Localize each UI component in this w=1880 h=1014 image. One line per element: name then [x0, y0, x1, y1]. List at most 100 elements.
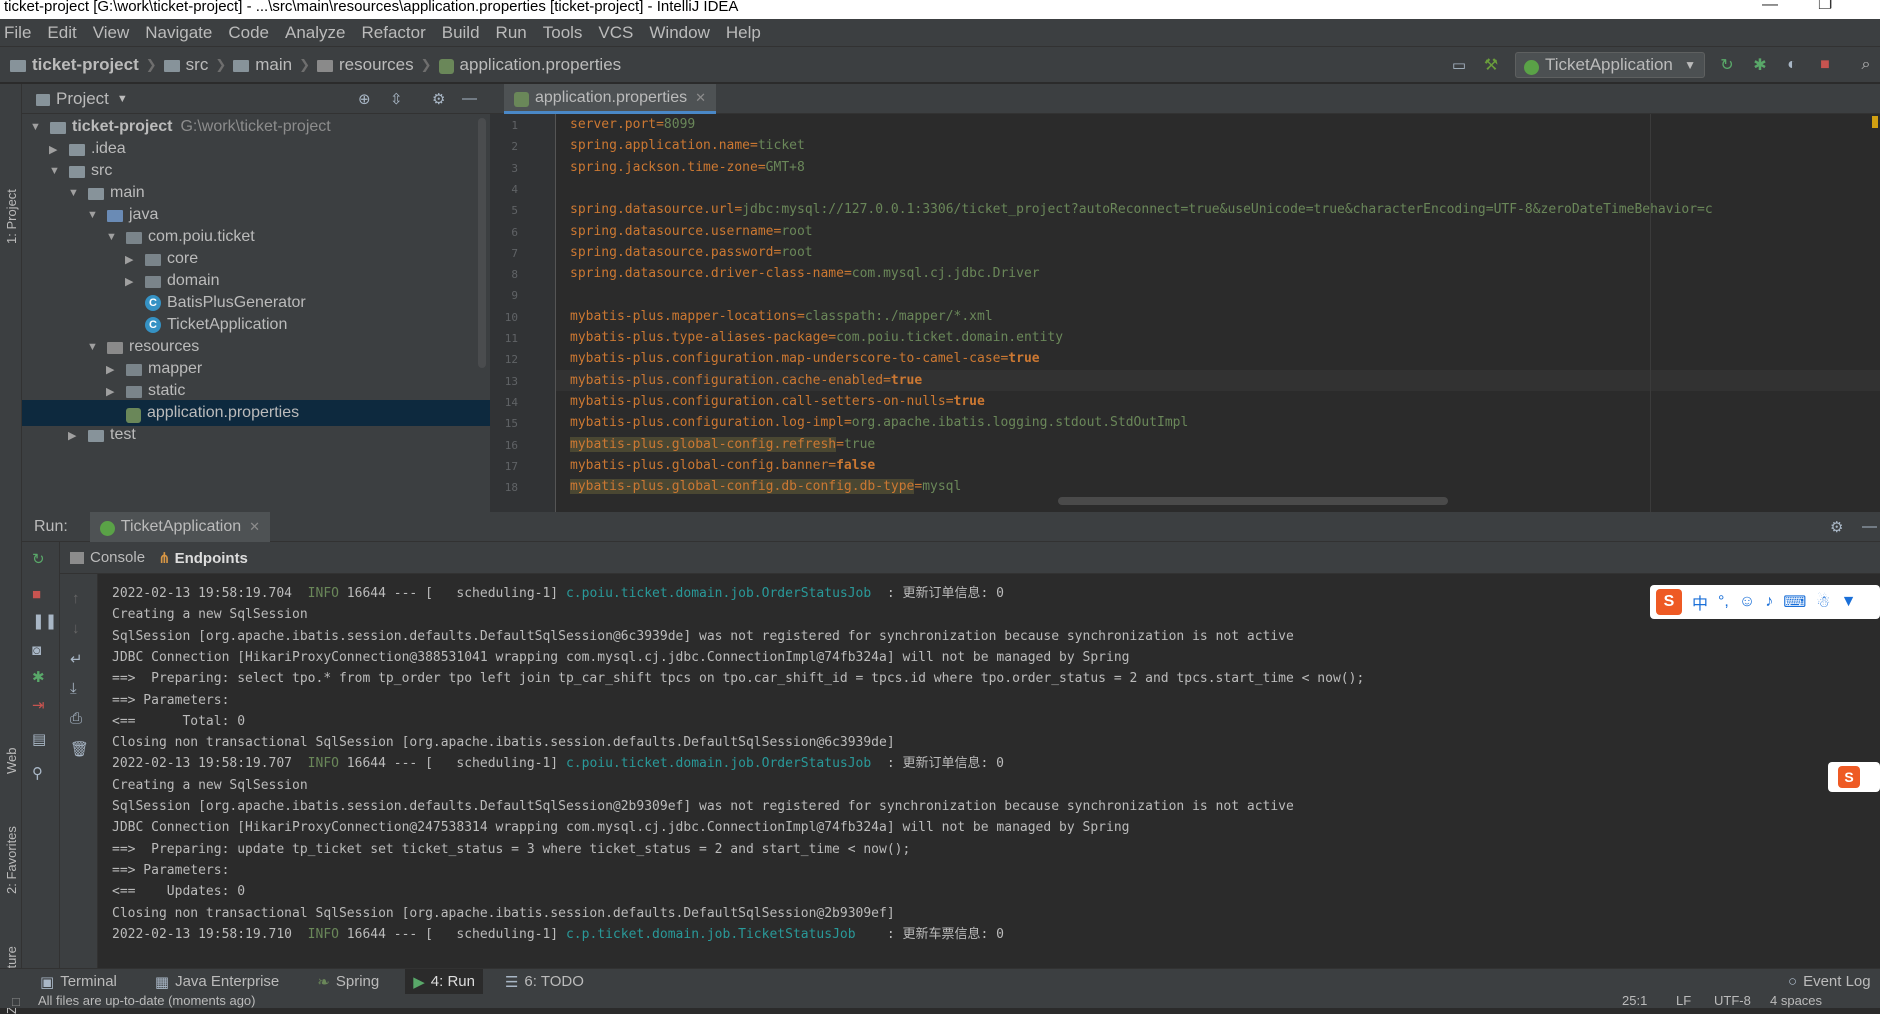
- tool-spring[interactable]: ❧ Spring: [317, 973, 379, 991]
- breadcrumb-main[interactable]: main: [255, 55, 292, 75]
- tool-event-log[interactable]: ○ Event Log: [1788, 973, 1871, 990]
- expanded-arrow-icon[interactable]: ▼: [49, 165, 63, 177]
- project-panel-title[interactable]: Project: [56, 89, 109, 109]
- menu-navigate[interactable]: Navigate: [145, 23, 212, 43]
- web-tool-label[interactable]: Web: [4, 748, 19, 775]
- menu-window[interactable]: Window: [649, 23, 709, 43]
- tree-scrollbar[interactable]: [478, 118, 486, 368]
- tool-terminal[interactable]: ▣ Terminal: [40, 973, 117, 991]
- collapsed-arrow-icon[interactable]: ▶: [106, 363, 120, 376]
- close-icon[interactable]: ✕: [249, 519, 260, 535]
- debug-icon[interactable]: ✱: [32, 668, 45, 686]
- expanded-arrow-icon[interactable]: ▼: [30, 121, 44, 133]
- log-message: : 更新车票信息: 0: [855, 926, 1005, 942]
- minimize-icon[interactable]: —: [1762, 0, 1778, 13]
- pin-icon[interactable]: ⚲: [32, 764, 43, 782]
- warning-marker[interactable]: [1872, 116, 1878, 128]
- ime-user-icon[interactable]: ☃: [1816, 592, 1830, 612]
- stop-icon[interactable]: ■: [1814, 54, 1836, 76]
- collapsed-arrow-icon[interactable]: ▶: [68, 429, 82, 442]
- tab-endpoints[interactable]: ⋔ Endpoints: [158, 549, 248, 568]
- property-key: spring.datasource.password: [570, 244, 774, 260]
- run-configuration-select[interactable]: TicketApplication ▼: [1515, 52, 1705, 78]
- trash-icon[interactable]: 🗑: [70, 740, 89, 758]
- expanded-arrow-icon[interactable]: ▼: [87, 341, 101, 353]
- tool-todo[interactable]: ☰ 6: TODO: [505, 973, 584, 991]
- log-logger[interactable]: c.p.ticket.domain.job.TicketStatusJob: [566, 927, 856, 942]
- gear-icon[interactable]: ⚙: [432, 90, 445, 108]
- expanded-arrow-icon[interactable]: ▼: [68, 187, 82, 199]
- soft-wrap-icon[interactable]: ↵: [70, 650, 83, 668]
- menu-code[interactable]: Code: [228, 23, 269, 43]
- editor-horizontal-scrollbar[interactable]: [1058, 497, 1448, 505]
- menu-run[interactable]: Run: [496, 23, 527, 43]
- down-arrow-icon[interactable]: ↓: [72, 620, 80, 637]
- hide-icon[interactable]: —: [1862, 518, 1877, 535]
- menu-view[interactable]: View: [93, 23, 130, 43]
- search-icon[interactable]: ⌕: [1855, 54, 1877, 76]
- breadcrumb-project[interactable]: ticket-project: [32, 55, 139, 75]
- breadcrumb-resources[interactable]: resources: [339, 55, 414, 75]
- scroll-to-end-icon[interactable]: ⤓: [70, 680, 77, 697]
- ime-mode-icon[interactable]: 中: [1692, 590, 1708, 614]
- chevron-down-icon[interactable]: ▼: [117, 93, 128, 105]
- menu-refactor[interactable]: Refactor: [361, 23, 425, 43]
- menu-edit[interactable]: Edit: [47, 23, 76, 43]
- breadcrumb-src[interactable]: src: [186, 55, 209, 75]
- menu-analyze[interactable]: Analyze: [285, 23, 345, 43]
- tree-item[interactable]: ▶ test: [22, 422, 490, 448]
- line-separator[interactable]: LF: [1676, 994, 1691, 1008]
- favorites-tool-label[interactable]: 2: Favorites: [4, 826, 19, 894]
- layout-icon[interactable]: ▤: [32, 730, 46, 748]
- menu-help[interactable]: Help: [726, 23, 761, 43]
- console-text: <== Updates: 0: [112, 884, 246, 900]
- locate-icon[interactable]: ⊕: [358, 90, 371, 108]
- rerun-icon[interactable]: ↻: [32, 550, 45, 568]
- indent-setting[interactable]: 4 spaces: [1770, 994, 1822, 1008]
- frame-icon[interactable]: ▭: [1448, 54, 1470, 76]
- collapsed-arrow-icon[interactable]: ▶: [125, 253, 139, 266]
- log-logger[interactable]: c.poiu.ticket.domain.job.OrderStatusJob: [566, 756, 871, 771]
- breadcrumb-file[interactable]: application.properties: [460, 55, 622, 75]
- up-arrow-icon[interactable]: ↑: [72, 590, 80, 607]
- ime-punct-icon[interactable]: °,: [1718, 593, 1729, 611]
- build-hammer-icon[interactable]: ⚒: [1480, 54, 1502, 76]
- stop-icon[interactable]: ■: [32, 586, 41, 603]
- ime-mic-icon[interactable]: ♪: [1765, 593, 1773, 611]
- ime-keyboard-icon[interactable]: ⌨: [1783, 592, 1806, 612]
- expanded-arrow-icon[interactable]: ▼: [106, 231, 120, 243]
- rerun-icon[interactable]: ↻: [1716, 54, 1738, 76]
- menu-tools[interactable]: Tools: [543, 23, 583, 43]
- menu-build[interactable]: Build: [442, 23, 480, 43]
- caret-position[interactable]: 25:1: [1622, 994, 1647, 1008]
- camera-icon[interactable]: ◙: [32, 642, 41, 659]
- tab-application-properties[interactable]: application.properties ✕: [504, 84, 716, 114]
- close-icon[interactable]: ✕: [695, 90, 706, 106]
- coverage-icon[interactable]: ◐: [1781, 54, 1803, 76]
- exit-icon[interactable]: ⇥: [32, 696, 45, 714]
- ime-toolbar[interactable]: S 中 °, ☺ ♪ ⌨ ☃ ▼: [1650, 585, 1880, 619]
- hide-icon[interactable]: —: [462, 90, 477, 107]
- file-encoding[interactable]: UTF-8: [1714, 994, 1751, 1008]
- ime-skin-icon[interactable]: ▼: [1841, 593, 1857, 611]
- expanded-arrow-icon[interactable]: ▼: [87, 209, 101, 221]
- collapsed-arrow-icon[interactable]: ▶: [106, 385, 120, 398]
- tool-java-enterprise[interactable]: ▦ Java Enterprise: [155, 973, 279, 991]
- menu-file[interactable]: File: [4, 23, 31, 43]
- collapsed-arrow-icon[interactable]: ▶: [125, 275, 139, 288]
- log-logger[interactable]: c.poiu.ticket.domain.job.OrderStatusJob: [566, 586, 871, 601]
- maximize-icon[interactable]: ❐: [1818, 0, 1832, 13]
- run-tab[interactable]: TicketApplication ✕: [89, 511, 271, 542]
- menu-vcs[interactable]: VCS: [598, 23, 633, 43]
- collapsed-arrow-icon[interactable]: ▶: [49, 143, 63, 156]
- tab-console[interactable]: Console: [70, 549, 145, 566]
- collapse-all-icon[interactable]: ⇳: [390, 90, 403, 108]
- tool-run[interactable]: ▶ 4: Run: [405, 969, 483, 994]
- project-tool-label[interactable]: 1: Project: [4, 189, 19, 244]
- gear-icon[interactable]: ⚙: [1830, 518, 1843, 536]
- debug-bug-icon[interactable]: ✱: [1749, 54, 1771, 76]
- pause-icon[interactable]: ❚❚: [32, 612, 57, 630]
- print-icon[interactable]: ⎙: [70, 710, 82, 727]
- ime-mini-toolbar[interactable]: S: [1828, 762, 1880, 792]
- ime-emoji-icon[interactable]: ☺: [1739, 593, 1755, 611]
